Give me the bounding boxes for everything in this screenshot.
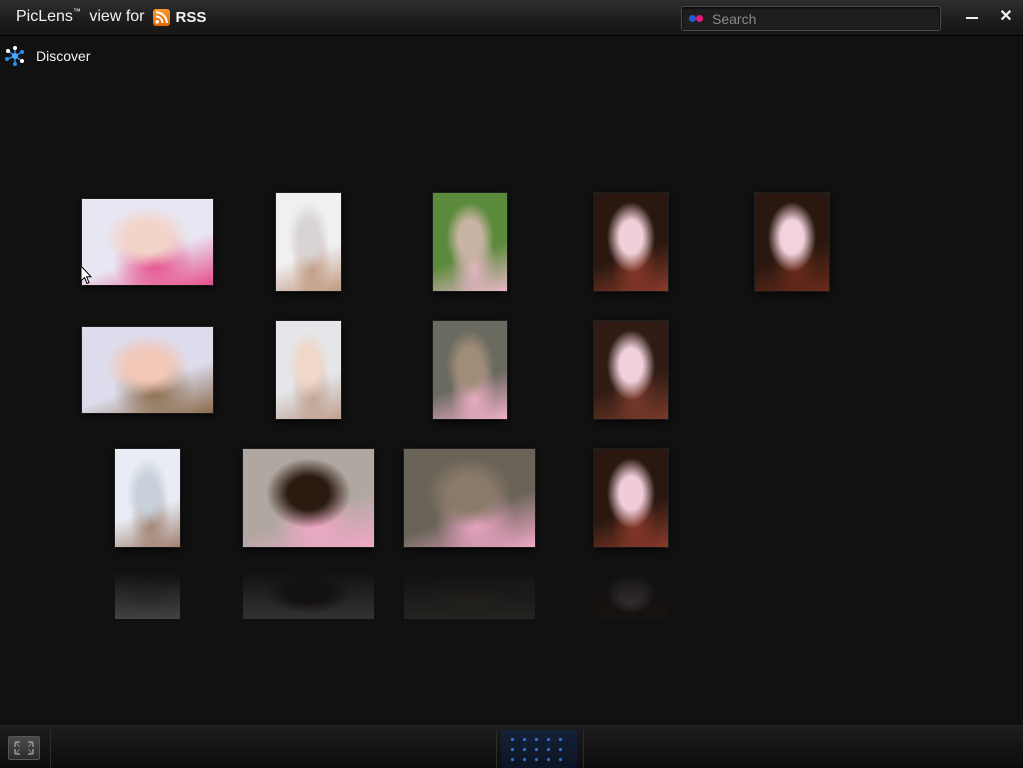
photo-reflection bbox=[404, 559, 535, 619]
close-icon: ✕ bbox=[999, 8, 1013, 25]
discover-label: Discover bbox=[36, 48, 91, 64]
trademark-mark: ™ bbox=[72, 6, 81, 16]
photo-thumbnail-toddler-restaurant-chair[interactable] bbox=[594, 321, 668, 419]
flickr-icon bbox=[689, 15, 705, 22]
photo-thumbnail-baby-white-hat-top[interactable] bbox=[276, 193, 341, 291]
title-bar: PicLens™ view for RSS ✕ bbox=[0, 0, 1023, 36]
close-button[interactable]: ✕ bbox=[996, 8, 1016, 26]
photo-thumbnail-toddler-crouching-paving[interactable] bbox=[243, 449, 374, 547]
app-name: PicLens bbox=[16, 8, 73, 25]
bottom-toolbar bbox=[0, 725, 1023, 768]
fullscreen-icon bbox=[14, 741, 34, 755]
toolbar-divider bbox=[496, 730, 497, 768]
photo-thumbnail-baby-bonnet-lying[interactable] bbox=[82, 327, 213, 413]
photo-thumbnail-toddler-fountain-back[interactable] bbox=[404, 449, 535, 547]
source-label: RSS bbox=[175, 8, 207, 26]
photo-reflection bbox=[243, 559, 374, 619]
photo-thumbnail-baby-mirror-view[interactable] bbox=[276, 321, 341, 419]
window-title: PicLens ™ view for RSS bbox=[16, 6, 207, 26]
photo-thumbnail-baby-white-hat-bottom[interactable] bbox=[115, 449, 180, 547]
discover-icon bbox=[5, 46, 24, 66]
minimize-button[interactable] bbox=[962, 8, 982, 26]
toolbar-divider bbox=[583, 730, 584, 768]
rss-icon bbox=[152, 8, 170, 26]
photo-thumbnail-toddler-sitting-outdoor[interactable] bbox=[433, 193, 507, 291]
discover-button[interactable]: Discover bbox=[4, 46, 90, 66]
mouse-cursor-icon bbox=[80, 265, 92, 285]
photo-thumbnail-baby-bonnet-closeup[interactable] bbox=[82, 199, 213, 285]
photo-thumbnail-toddler-restaurant-cup-3[interactable] bbox=[594, 449, 668, 547]
minimize-icon bbox=[966, 17, 978, 19]
photo-thumbnail-toddler-restaurant-cup-2[interactable] bbox=[755, 193, 829, 291]
toolbar-divider bbox=[50, 730, 51, 768]
grid-view-button[interactable] bbox=[501, 730, 577, 768]
photo-reflection bbox=[594, 559, 668, 619]
photo-thumbnail-toddler-restaurant-cup[interactable] bbox=[594, 193, 668, 291]
search-box[interactable] bbox=[681, 6, 941, 31]
photo-reflection bbox=[115, 559, 180, 619]
fullscreen-button[interactable] bbox=[8, 736, 40, 760]
photo-thumbnail-toddler-fountain-sitting[interactable] bbox=[433, 321, 507, 419]
title-view-for: view for bbox=[84, 8, 145, 25]
search-input[interactable] bbox=[710, 9, 934, 29]
